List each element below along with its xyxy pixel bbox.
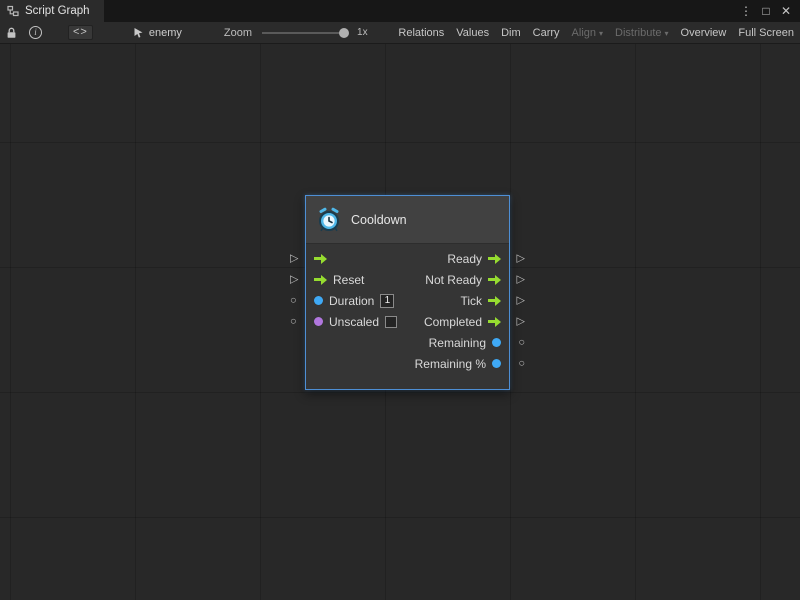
output-port-label: Remaining %: [415, 357, 486, 371]
titlebar: Script Graph ⋮ □ ✕: [0, 0, 800, 22]
output-port-label: Tick: [460, 294, 482, 308]
output-port-label: Ready: [447, 252, 482, 266]
toolbar-button-label: Dim: [501, 27, 521, 39]
kebab-menu-icon[interactable]: ⋮: [738, 0, 754, 22]
zoom-slider[interactable]: [262, 32, 348, 34]
zoom-slider-handle[interactable]: [339, 28, 349, 38]
right-flow-port-marker[interactable]: ▷: [517, 274, 525, 285]
left-flow-port-marker[interactable]: ▷: [290, 274, 298, 285]
dropdown-arrow-icon: ▾: [665, 29, 669, 38]
toolbar-button-label: Overview: [681, 27, 727, 39]
toolbar-button-align: Align▾: [566, 22, 609, 43]
zoom-value: 1x: [357, 27, 368, 38]
output-value-port-icon[interactable]: [492, 359, 501, 368]
graph-owner[interactable]: enemy: [133, 27, 182, 39]
window-controls: ⋮ □ ✕: [738, 0, 800, 22]
close-icon[interactable]: ✕: [778, 0, 794, 22]
toolbar-button-carry[interactable]: Carry: [527, 22, 566, 43]
input-value-port-icon[interactable]: [314, 296, 323, 305]
toolbar-button-full-screen[interactable]: Full Screen: [732, 22, 800, 43]
output-port-label: Not Ready: [425, 273, 482, 287]
output-flow-port-icon[interactable]: [488, 296, 501, 306]
left-flow-port-marker[interactable]: ▷: [290, 253, 298, 264]
port-row: ▷▷Ready: [306, 248, 509, 269]
maximize-icon[interactable]: □: [758, 0, 774, 22]
duration-field[interactable]: [380, 294, 394, 308]
toolbar-button-dim[interactable]: Dim: [495, 22, 527, 43]
output-value-port-icon[interactable]: [492, 338, 501, 347]
input-port-label: Duration: [329, 294, 374, 308]
toolbar-button-label: Values: [456, 27, 489, 39]
input-port-label: Reset: [333, 273, 364, 287]
toolbar-button-label: Distribute: [615, 27, 661, 39]
unscaled-checkbox[interactable]: [385, 316, 397, 328]
script-graph-icon: [7, 5, 19, 17]
toolbar-button-distribute: Distribute ▾: [609, 22, 674, 43]
tab-title: Script Graph: [25, 5, 90, 17]
left-value-port-marker[interactable]: ○: [290, 295, 297, 306]
input-flow-port-icon[interactable]: [314, 254, 327, 264]
graph-owner-label: enemy: [149, 27, 182, 39]
lock-icon[interactable]: [6, 27, 17, 39]
right-value-port-marker[interactable]: ○: [518, 337, 525, 348]
alarm-clock-icon: [316, 207, 342, 233]
cooldown-node[interactable]: Cooldown ▷▷Ready▷Reset▷Not Ready○Duratio…: [305, 195, 510, 390]
graph-toolbar: i <> enemy Zoom 1x Relations Values Dim Car…: [0, 22, 800, 44]
output-port-label: Completed: [424, 315, 482, 329]
output-flow-port-icon[interactable]: [488, 275, 501, 285]
port-row: ○Unscaled▷Completed: [306, 311, 509, 332]
zoom-label: Zoom: [224, 27, 252, 39]
toolbar-buttons: RelationsValuesDimCarryAlign▾Distribute▾…: [392, 22, 800, 43]
toolbar-button-overview[interactable]: Overview: [675, 22, 733, 43]
toolbar-button-label: Full Screen: [738, 27, 794, 39]
graph-canvas[interactable]: Cooldown ▷▷Ready▷Reset▷Not Ready○Duratio…: [0, 44, 800, 600]
toolbar-button-relations[interactable]: Relations: [392, 22, 450, 43]
toolbar-button-label: Carry: [533, 27, 560, 39]
left-value-port-marker[interactable]: ○: [290, 316, 297, 327]
port-row: ○Remaining %: [306, 353, 509, 374]
pointer-icon: [133, 27, 144, 38]
node-title: Cooldown: [351, 213, 407, 227]
input-port-label: Unscaled: [329, 315, 379, 329]
info-icon[interactable]: i: [29, 26, 42, 39]
port-row: ○Remaining: [306, 332, 509, 353]
port-row: ▷Reset▷Not Ready: [306, 269, 509, 290]
info-glyph: i: [34, 28, 37, 37]
input-flow-port-icon[interactable]: [314, 275, 327, 285]
port-row: ○Duration▷Tick: [306, 290, 509, 311]
output-flow-port-icon[interactable]: [488, 254, 501, 264]
tab-script-graph[interactable]: Script Graph: [0, 0, 104, 22]
right-flow-port-marker[interactable]: ▷: [517, 295, 525, 306]
right-flow-port-marker[interactable]: ▷: [517, 253, 525, 264]
output-flow-port-icon[interactable]: [488, 317, 501, 327]
node-ports: ▷▷Ready▷Reset▷Not Ready○Duration▷Tick○Un…: [306, 244, 509, 389]
script-graph-window: Script Graph ⋮ □ ✕ i <> enemy Zoom: [0, 0, 800, 600]
code-preview-button[interactable]: <>: [68, 25, 93, 40]
toolbar-button-label: Relations: [398, 27, 444, 39]
toolbar-button-values[interactable]: Values: [450, 22, 495, 43]
node-header[interactable]: Cooldown: [306, 196, 509, 244]
right-value-port-marker[interactable]: ○: [518, 358, 525, 369]
input-value-port-icon[interactable]: [314, 317, 323, 326]
output-port-label: Remaining: [429, 336, 486, 350]
right-flow-port-marker[interactable]: ▷: [517, 316, 525, 327]
dropdown-arrow-icon: ▾: [599, 29, 603, 38]
toolbar-button-label: Align: [572, 27, 596, 39]
